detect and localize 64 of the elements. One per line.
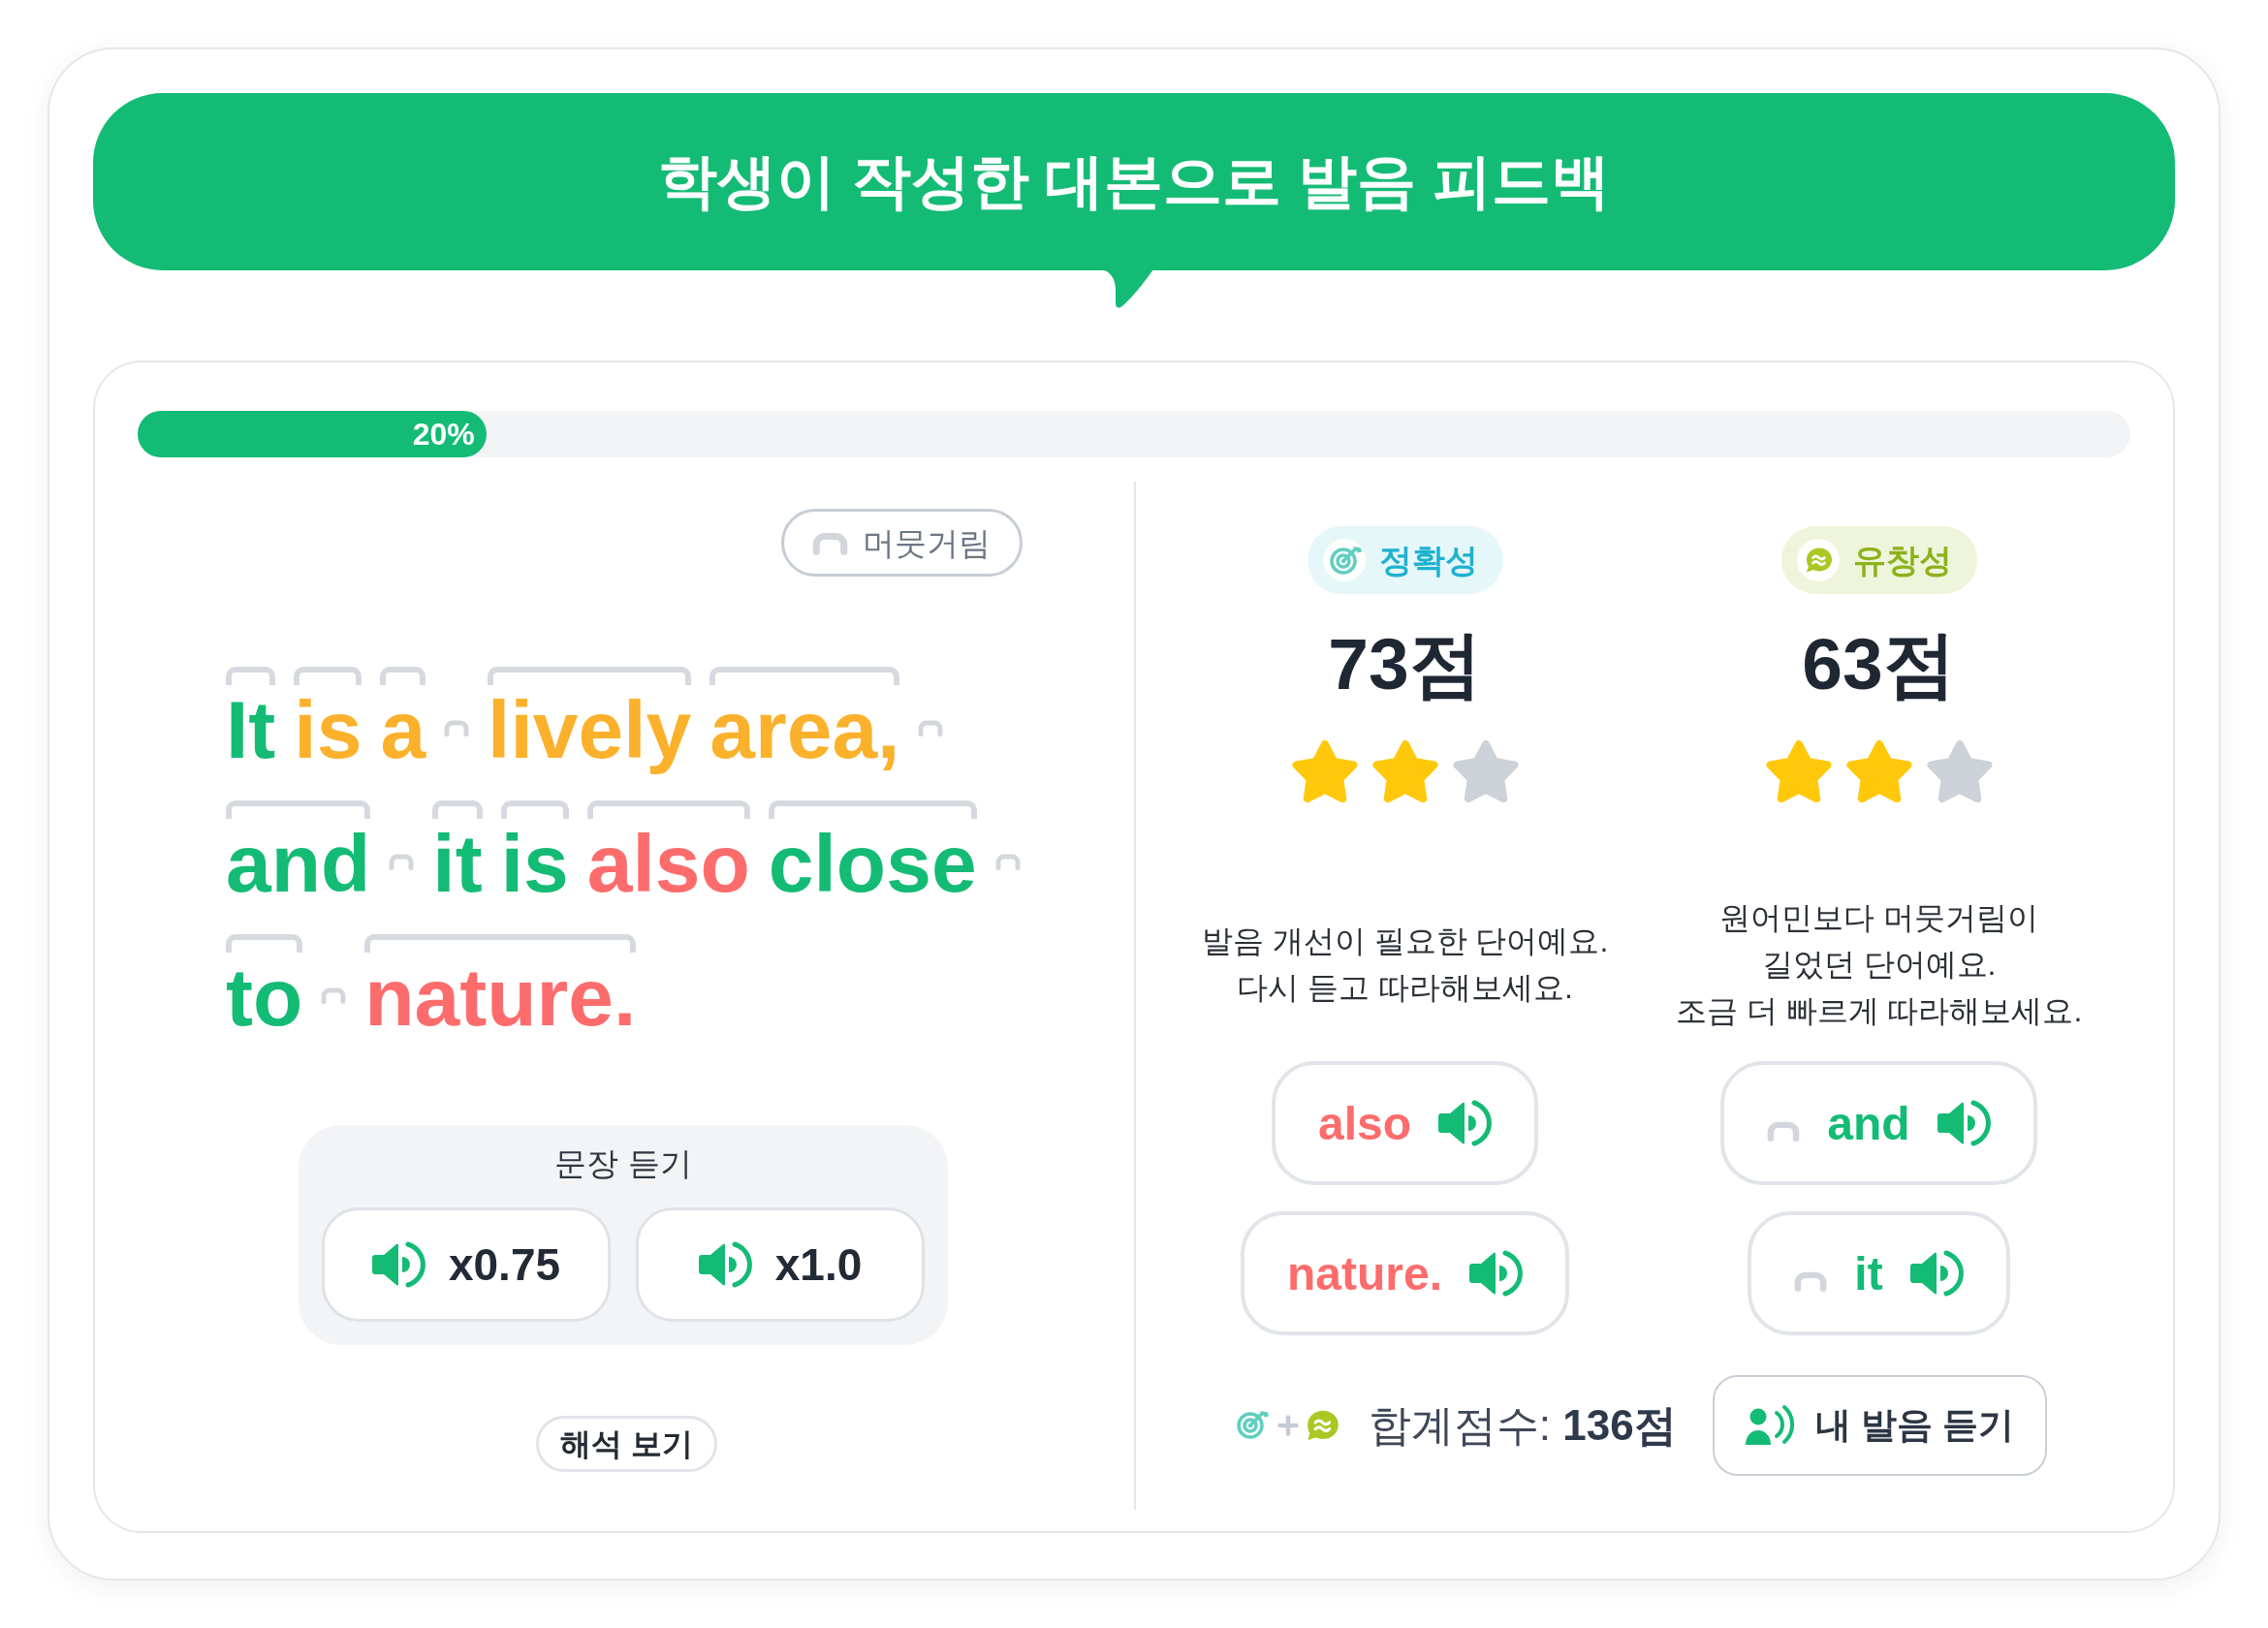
bracket-icon bbox=[380, 667, 426, 685]
bracket-icon bbox=[488, 667, 692, 685]
pause-icon bbox=[444, 719, 470, 736]
speaker-icon bbox=[698, 1240, 752, 1289]
pause-icon bbox=[321, 986, 347, 1004]
badge-label: 정확성 bbox=[1378, 544, 1478, 577]
sentence-word: close bbox=[768, 823, 977, 904]
target-icon bbox=[1322, 539, 1366, 581]
speaker-icon bbox=[1469, 1249, 1523, 1298]
sentence-word: is bbox=[500, 823, 569, 904]
pause-icon bbox=[994, 853, 1021, 870]
speed-button[interactable]: x1.0 bbox=[636, 1207, 925, 1322]
star-icon bbox=[1450, 737, 1521, 803]
pause-icon bbox=[389, 853, 415, 870]
bracket-icon bbox=[500, 800, 569, 819]
person-speaking-icon bbox=[1745, 1404, 1796, 1447]
target-icon bbox=[1236, 1409, 1270, 1442]
speed-button[interactable]: x0.75 bbox=[322, 1207, 611, 1322]
sentence-word: also bbox=[586, 823, 750, 904]
progress-label: 20% bbox=[412, 419, 475, 450]
legend-label: 머뭇거림 bbox=[863, 526, 991, 559]
pause-icon bbox=[812, 530, 848, 555]
star-icon bbox=[1843, 737, 1914, 803]
bracket-icon bbox=[294, 667, 362, 685]
star-icon bbox=[1370, 737, 1440, 803]
sentence-word: It bbox=[226, 689, 276, 770]
sentence-word: it bbox=[432, 823, 483, 904]
sentence-word: to bbox=[226, 956, 303, 1038]
bracket-icon bbox=[709, 667, 900, 685]
speaker-icon bbox=[1909, 1249, 1964, 1298]
feedback-message: 발음 개선이 필요한 단어예요. 다시 듣고 따라해보세요. bbox=[1201, 923, 1609, 1007]
pause-icon bbox=[1767, 1120, 1801, 1142]
total-score: 합계점수: 136점 bbox=[1368, 1404, 1677, 1447]
speaker-icon bbox=[1937, 1099, 1991, 1147]
speaker-icon bbox=[371, 1240, 425, 1289]
speaker-icon bbox=[1438, 1099, 1492, 1147]
pause-icon bbox=[918, 719, 944, 736]
chat-bubble-icon bbox=[1796, 539, 1840, 581]
bracket-icon bbox=[432, 800, 483, 819]
score-value: 63점 bbox=[1802, 628, 1956, 701]
star-icon bbox=[1289, 737, 1360, 803]
score-value: 73점 bbox=[1328, 628, 1482, 701]
star-icon bbox=[1924, 737, 1995, 803]
plus-icon bbox=[1276, 1415, 1299, 1436]
star-icon bbox=[1763, 737, 1834, 803]
sentence-word: is bbox=[294, 689, 362, 770]
sentence-word: a bbox=[380, 689, 426, 770]
page-title: 학생이 작성한 대본으로 발음 피드백 bbox=[657, 146, 1611, 216]
bracket-icon bbox=[226, 800, 371, 819]
sentence-word: area, bbox=[709, 689, 900, 770]
sentence-word: and bbox=[226, 823, 371, 904]
badge-label: 유창성 bbox=[1852, 544, 1952, 577]
panel-title: 문장 듣기 bbox=[554, 1144, 692, 1183]
my-voice-button[interactable]: 내 발음 듣기 bbox=[1712, 1375, 2048, 1476]
translation-button[interactable]: 해석 보기 bbox=[536, 1416, 717, 1472]
bracket-icon bbox=[768, 800, 977, 819]
chat-bubble-icon bbox=[1306, 1409, 1339, 1442]
bracket-icon bbox=[586, 800, 750, 819]
feedback-message: 원어민보다 머뭇거림이 길었던 단어예요. 조금 더 빠르게 따라해보세요. bbox=[1675, 899, 2083, 1030]
pause-icon bbox=[1794, 1270, 1828, 1292]
bracket-icon bbox=[226, 667, 276, 685]
bracket-icon bbox=[364, 934, 637, 953]
bracket-icon bbox=[226, 934, 303, 953]
sentence-word: nature. bbox=[364, 956, 637, 1038]
